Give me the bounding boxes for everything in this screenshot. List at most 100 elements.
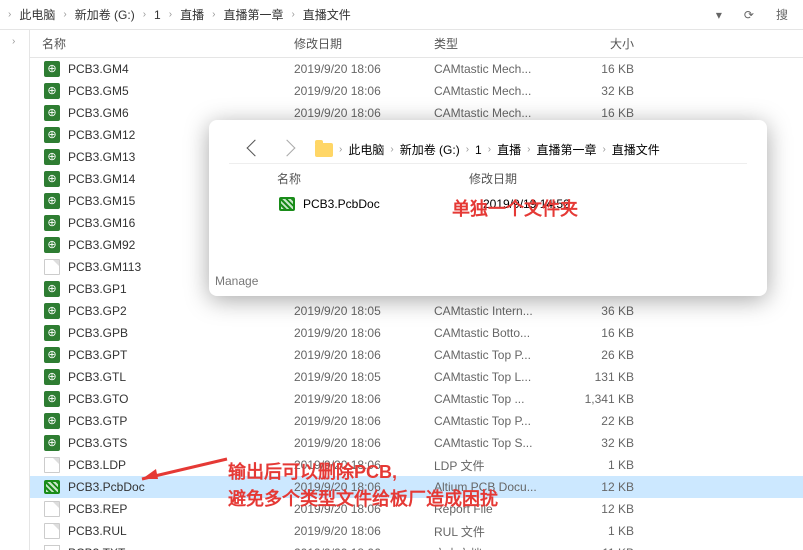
blank-file-icon [44, 501, 60, 517]
camtastic-file-icon [44, 369, 60, 385]
file-row[interactable]: PCB3.GP22019/9/20 18:05CAMtastic Intern.… [30, 300, 803, 322]
file-date: 2019/9/20 18:06 [294, 414, 434, 428]
crumb-this-pc[interactable]: 此电脑 [15, 4, 59, 25]
camtastic-file-icon [44, 347, 60, 363]
camtastic-file-icon [44, 61, 60, 77]
crumb-files[interactable]: 直播文件 [299, 4, 355, 25]
annotation-single-folder: 单独一个文件夹 [452, 195, 578, 221]
file-name: PCB3.GP2 [68, 304, 294, 318]
file-row[interactable]: PCB3.RUL2019/9/20 18:06RUL 文件1 KB [30, 520, 803, 542]
file-date: 2019/9/20 18:05 [294, 370, 434, 384]
refresh-button[interactable]: ⟳ [737, 5, 761, 25]
file-size: 131 KB [564, 370, 654, 384]
file-type: 文本文档 [434, 545, 564, 550]
chevron-right-icon[interactable]: › [12, 36, 29, 47]
file-size: 12 KB [564, 480, 654, 494]
camtastic-file-icon [44, 149, 60, 165]
chevron-right-icon: › [169, 9, 172, 20]
crumb-drive[interactable]: 新加卷 (G:) [71, 4, 139, 25]
popup-crumb-item[interactable]: 新加卷 (G:) [400, 141, 460, 158]
camtastic-file-icon [44, 127, 60, 143]
file-date: 2019/9/20 18:06 [294, 436, 434, 450]
camtastic-file-icon [44, 83, 60, 99]
file-row[interactable]: PCB3.GTL2019/9/20 18:05CAMtastic Top L..… [30, 366, 803, 388]
file-date: 2019/9/20 18:06 [294, 84, 434, 98]
annotation-delete-pcb: 输出后可以删除PCB, 避免多个类型文件给板厂造成困扰 [228, 459, 498, 513]
folder-tree[interactable]: › [0, 30, 30, 550]
popup-crumb-item[interactable]: 1 [475, 143, 482, 157]
back-icon[interactable] [249, 142, 261, 157]
column-header-date[interactable]: 修改日期 [294, 35, 434, 52]
chevron-right-icon: › [143, 9, 146, 20]
file-type: CAMtastic Top S... [434, 436, 564, 450]
chevron-right-icon: › [212, 9, 215, 20]
file-size: 1 KB [564, 524, 654, 538]
file-name: PCB3.GTO [68, 392, 294, 406]
file-type: CAMtastic Mech... [434, 84, 564, 98]
file-date: 2019/9/20 18:06 [294, 524, 434, 538]
file-name: PCB3.GM4 [68, 62, 294, 76]
chevron-right-icon: › [291, 9, 294, 20]
file-type: CAMtastic Mech... [434, 106, 564, 120]
file-type: CAMtastic Mech... [434, 62, 564, 76]
chevron-right-icon: › [8, 9, 11, 20]
camtastic-file-icon [44, 303, 60, 319]
file-type: CAMtastic Intern... [434, 304, 564, 318]
camtastic-file-icon [44, 237, 60, 253]
file-date: 2019/9/20 18:06 [294, 546, 434, 550]
forward-icon[interactable] [281, 142, 293, 157]
file-row[interactable]: PCB3.GM42019/9/20 18:06CAMtastic Mech...… [30, 58, 803, 80]
file-date: 2019/9/20 18:06 [294, 392, 434, 406]
file-size: 12 KB [564, 502, 654, 516]
file-size: 16 KB [564, 106, 654, 120]
file-row[interactable]: PCB3.GM52019/9/20 18:06CAMtastic Mech...… [30, 80, 803, 102]
column-header-name[interactable]: 名称 [42, 35, 294, 52]
camtastic-file-icon [44, 435, 60, 451]
blank-file-icon [44, 523, 60, 539]
file-row[interactable]: PCB3.TXT2019/9/20 18:06文本文档11 KB [30, 542, 803, 550]
popup-crumb-item[interactable]: 直播文件 [612, 141, 660, 158]
file-type: CAMtastic Top L... [434, 370, 564, 384]
file-date: 2019/9/20 18:05 [294, 304, 434, 318]
file-row[interactable]: PCB3.GPB2019/9/20 18:06CAMtastic Botto..… [30, 322, 803, 344]
file-size: 1 KB [564, 458, 654, 472]
breadcrumb: › 此电脑 › 新加卷 (G:) › 1 › 直播 › 直播第一章 › 直播文件… [0, 0, 803, 30]
popup-breadcrumb: › 此电脑 › 新加卷 (G:) › 1 › 直播 › 直播第一章 › 直播文件 [229, 136, 747, 164]
file-row[interactable]: PCB3.GPT2019/9/20 18:06CAMtastic Top P..… [30, 344, 803, 366]
popup-crumb-item[interactable]: 直播第一章 [536, 141, 596, 158]
file-date: 2019/9/20 18:06 [294, 326, 434, 340]
crumb-1[interactable]: 1 [150, 6, 165, 24]
blank-file-icon [44, 457, 60, 473]
camtastic-file-icon [44, 325, 60, 341]
dropdown-button[interactable]: ▾ [709, 5, 729, 25]
crumb-live[interactable]: 直播 [176, 4, 208, 25]
popup-crumb-item[interactable]: 此电脑 [348, 141, 384, 158]
file-size: 11 KB [564, 546, 654, 550]
column-header-size[interactable]: 大小 [564, 35, 654, 52]
file-size: 26 KB [564, 348, 654, 362]
file-name: PCB3.GPT [68, 348, 294, 362]
file-date: 2019/9/20 18:06 [294, 62, 434, 76]
file-name: PCB3.GTL [68, 370, 294, 384]
file-type: CAMtastic Top P... [434, 414, 564, 428]
file-name: PCB3.RUL [68, 524, 294, 538]
list-header: 名称 修改日期 类型 大小 [30, 30, 803, 58]
file-row[interactable]: PCB3.GTP2019/9/20 18:06CAMtastic Top P..… [30, 410, 803, 432]
file-size: 22 KB [564, 414, 654, 428]
pcb-file-icon [44, 480, 60, 494]
camtastic-file-icon [44, 391, 60, 407]
file-size: 16 KB [564, 326, 654, 340]
file-row[interactable]: PCB3.GTO2019/9/20 18:06CAMtastic Top ...… [30, 388, 803, 410]
camtastic-file-icon [44, 171, 60, 187]
popup-crumb-item[interactable]: 直播 [497, 141, 521, 158]
camtastic-file-icon [44, 413, 60, 429]
file-name: PCB3.GTS [68, 436, 294, 450]
popup-column-name[interactable]: 名称 [277, 170, 301, 187]
search-box[interactable]: 搜 [769, 3, 795, 26]
camtastic-file-icon [44, 215, 60, 231]
folder-icon [315, 143, 333, 157]
popup-column-date[interactable]: 修改日期 [469, 170, 517, 187]
file-type: CAMtastic Botto... [434, 326, 564, 340]
column-header-type[interactable]: 类型 [434, 35, 564, 52]
crumb-ch1[interactable]: 直播第一章 [219, 4, 287, 25]
